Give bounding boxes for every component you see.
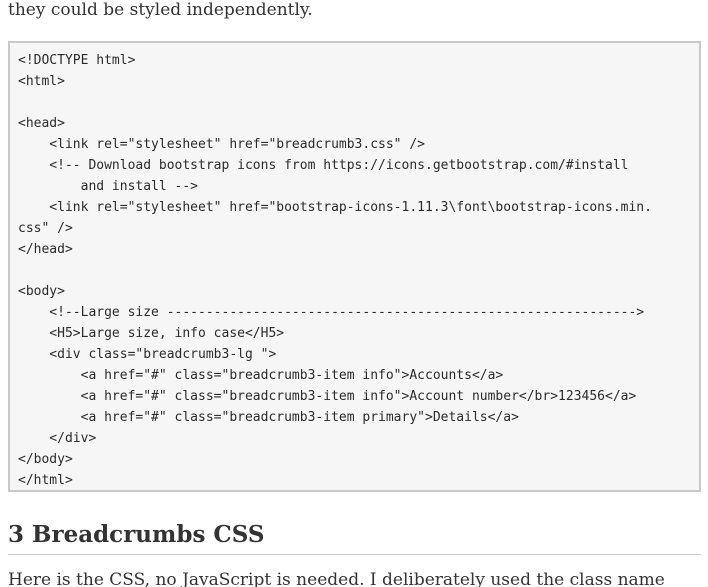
- code-line: <a href="#" class="breadcrumb3-item info…: [18, 368, 504, 383]
- code-line: <!--Large size -------------------------…: [18, 305, 645, 320]
- code-line: </body>: [18, 452, 73, 467]
- code-line: </html>: [18, 473, 73, 488]
- code-line: <a href="#" class="breadcrumb3-item info…: [18, 389, 637, 404]
- code-line: <link rel="stylesheet" href="breadcrumb3…: [18, 137, 425, 152]
- code-line: </div>: [18, 431, 97, 446]
- code-block: <!DOCTYPE html> <html> <head> <link rel=…: [8, 41, 701, 492]
- heading-divider: [8, 554, 701, 555]
- code-line: <head>: [18, 116, 65, 131]
- code-line: <body>: [18, 284, 65, 299]
- code-line: <H5>Large size, info case</H5>: [18, 326, 285, 341]
- intro-paragraph: they could be styled independently.: [8, 0, 313, 20]
- code-line: </head>: [18, 242, 73, 257]
- code-line: <!-- Download bootstrap icons from https…: [18, 158, 629, 173]
- code-line: <link rel="stylesheet" href="bootstrap-i…: [18, 200, 652, 215]
- section-paragraph: Here is the CSS, no JavaScript is needed…: [8, 570, 665, 587]
- code-line: <div class="breadcrumb3-lg ">: [18, 347, 277, 362]
- code-lines: <!DOCTYPE html> <html> <head> <link rel=…: [18, 50, 652, 491]
- code-line: <!DOCTYPE html>: [18, 53, 136, 68]
- code-line: css" />: [18, 221, 73, 236]
- section-heading: 3 Breadcrumbs CSS: [8, 521, 265, 548]
- code-line: <html>: [18, 74, 65, 89]
- code-line: <a href="#" class="breadcrumb3-item prim…: [18, 410, 519, 425]
- code-line: and install -->: [18, 179, 199, 194]
